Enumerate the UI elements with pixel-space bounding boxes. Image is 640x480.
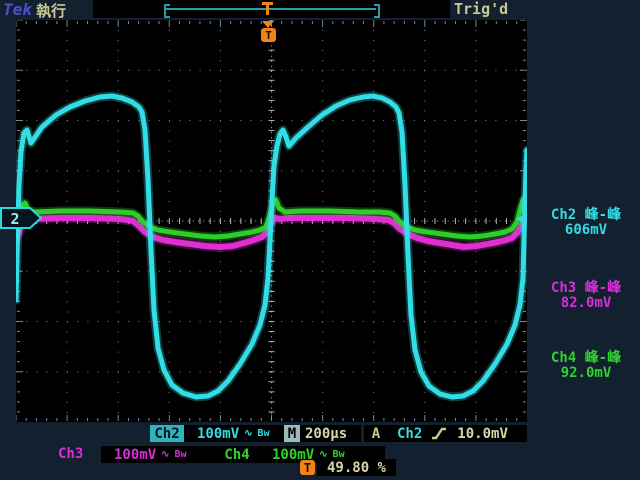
trigger-readout: Ch2 10.0mV bbox=[388, 425, 527, 442]
ch2-scale-value: 100mV bbox=[197, 426, 239, 442]
rising-edge-icon bbox=[431, 427, 447, 440]
ac-coupling-icon: ∿ bbox=[244, 428, 252, 439]
waveform-svg: T bbox=[16, 20, 527, 422]
ch3-scale-value: 100mV bbox=[114, 447, 156, 463]
measurement-title: Ch2 峰-峰 bbox=[534, 208, 638, 223]
measurement-ch3: Ch3 峰-峰 82.0mV bbox=[534, 281, 638, 311]
ac-coupling-icon: ∿ bbox=[161, 449, 169, 460]
record-trigger-marker-stem[interactable] bbox=[266, 5, 269, 15]
trigger-source: Ch2 bbox=[397, 426, 422, 442]
trigger-position-readout: 49.80 % bbox=[317, 459, 396, 476]
trigger-t-label: T bbox=[265, 29, 272, 42]
timebase-m-chip[interactable]: M bbox=[284, 425, 300, 442]
measurement-value: 82.0mV bbox=[534, 296, 638, 311]
bandwidth-limit-icon: Bw bbox=[258, 428, 270, 439]
measurement-ch2: Ch2 峰-峰 606mV bbox=[534, 208, 638, 238]
channel2-position-marker[interactable]: 2 bbox=[0, 205, 42, 231]
channel-marker-arrow-icon bbox=[1, 208, 41, 228]
acquisition-status: 執行 bbox=[36, 0, 66, 21]
graticule-screen: T bbox=[16, 20, 527, 422]
tek-logo: Tek bbox=[3, 0, 32, 19]
record-view-line bbox=[166, 8, 376, 10]
ch2-scale-readout: 100mV ∿ Bw bbox=[184, 425, 297, 442]
ch4-label[interactable]: Ch4 bbox=[215, 446, 259, 463]
record-view-right-bracket[interactable] bbox=[374, 4, 380, 18]
channel-marker-label: 2 bbox=[10, 210, 19, 228]
trigger-a-chip: A bbox=[364, 425, 388, 442]
bandwidth-limit-icon: Bw bbox=[175, 449, 187, 460]
record-view-left-bracket[interactable] bbox=[164, 4, 170, 18]
record-view-strip bbox=[93, 0, 450, 18]
ch2-label-chip[interactable]: Ch2 bbox=[150, 425, 184, 442]
trigger-position-marker[interactable]: T bbox=[261, 21, 276, 42]
trigger-status: Trig'd bbox=[454, 0, 508, 18]
measurement-title: Ch4 峰-峰 bbox=[534, 351, 638, 366]
oscilloscope-display: Tek 執行 Trig'd T 2 Ch2 峰-峰 606mV Ch3 峰-峰 bbox=[0, 0, 640, 480]
trigger-level-value: 10.0mV bbox=[457, 426, 508, 442]
trigger-arrow-down-icon bbox=[262, 21, 274, 28]
measurement-title: Ch3 峰-峰 bbox=[534, 281, 638, 296]
ch3-scale-readout: 100mV ∿ Bw bbox=[101, 446, 227, 463]
timebase-readout: 200µs bbox=[300, 425, 361, 442]
measurement-ch4: Ch4 峰-峰 92.0mV bbox=[534, 351, 638, 381]
ch3-label[interactable]: Ch3 bbox=[58, 446, 98, 462]
measurement-value: 606mV bbox=[534, 223, 638, 238]
trigger-t-icon: T bbox=[300, 460, 315, 475]
measurement-value: 92.0mV bbox=[534, 366, 638, 381]
